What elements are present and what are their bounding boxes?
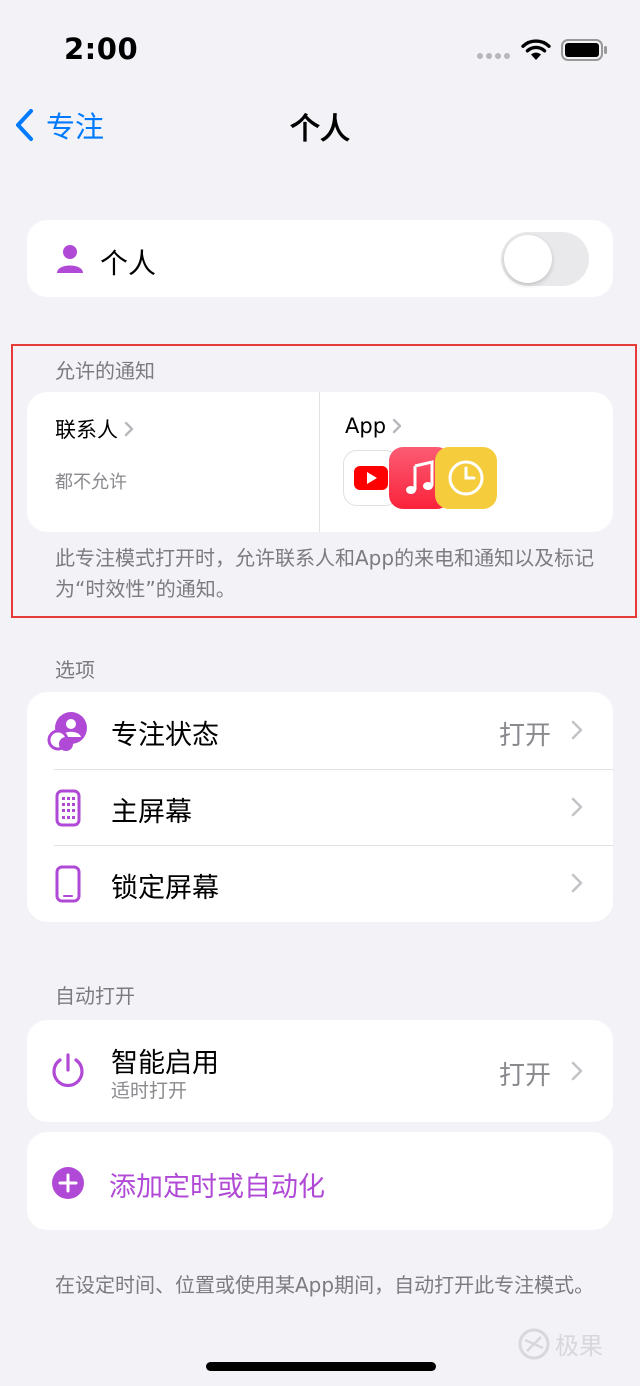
home-indicator[interactable] xyxy=(206,1362,436,1371)
chevron-right-icon xyxy=(571,1061,583,1081)
options-header: 选项 xyxy=(55,658,95,682)
chevron-right-icon xyxy=(124,421,134,437)
lock-screen-icon xyxy=(47,863,89,905)
battery-icon xyxy=(561,39,607,61)
contacts-button[interactable]: 联系人 xyxy=(55,414,134,444)
cellular-signal-icon xyxy=(477,53,510,59)
contacts-subtitle: 都不允许 xyxy=(55,472,127,493)
watermark-text: 极果 xyxy=(555,1332,603,1360)
smart-activation-row[interactable]: 智能启用 适时打开 打开 xyxy=(27,1020,613,1122)
page-title: 个人 xyxy=(290,112,350,147)
smart-activation-card: 智能启用 适时打开 打开 xyxy=(27,1020,613,1122)
option-value: 打开 xyxy=(498,721,551,751)
add-schedule-label: 添加定时或自动化 xyxy=(109,1172,325,1203)
allowed-notifications-header: 允许的通知 xyxy=(55,359,155,383)
auto-on-header: 自动打开 xyxy=(55,984,135,1008)
option-label: 锁定屏幕 xyxy=(111,873,219,904)
status-bar: 2:00 xyxy=(0,0,640,100)
option-row-home-screen[interactable]: 主屏幕 xyxy=(27,769,613,846)
globe-icon xyxy=(518,1328,550,1359)
auto-on-footnote: 在设定时间、位置或使用某App期间，自动打开此专注模式。 xyxy=(55,1273,595,1297)
chevron-right-icon xyxy=(571,797,583,817)
wifi-icon xyxy=(521,39,551,60)
power-icon xyxy=(47,1050,89,1092)
person-icon xyxy=(57,245,83,273)
allowed-app-icons[interactable] xyxy=(343,447,503,509)
options-card: 专注状态 打开 主屏幕 锁定屏幕 xyxy=(27,692,613,922)
smart-activation-value: 打开 xyxy=(498,1061,551,1091)
chevron-right-icon xyxy=(571,873,583,893)
add-icon xyxy=(52,1167,84,1199)
divider xyxy=(319,392,320,532)
chevron-right-icon xyxy=(392,418,402,434)
option-row-focus-status[interactable]: 专注状态 打开 xyxy=(27,692,613,769)
focus-toggle-switch[interactable] xyxy=(501,232,589,286)
option-label: 主屏幕 xyxy=(111,797,192,828)
watermark-logo: 极果 xyxy=(517,1326,603,1361)
apps-button[interactable]: App xyxy=(345,414,402,438)
contacts-title: 联系人 xyxy=(55,418,118,442)
chevron-right-icon xyxy=(571,720,583,740)
option-label: 专注状态 xyxy=(111,720,219,751)
smart-activation-sublabel: 适时打开 xyxy=(111,1080,188,1102)
option-row-lock-screen[interactable]: 锁定屏幕 xyxy=(27,845,613,922)
status-time: 2:00 xyxy=(64,32,139,66)
add-schedule-button[interactable]: 添加定时或自动化 xyxy=(27,1132,613,1230)
apps-title: App xyxy=(345,414,387,438)
allowed-footnote: 此专注模式打开时，允许联系人和App的来电和通知以及标记为“时效性”的通知。 xyxy=(55,546,595,601)
navigation-bar: 专注 个人 xyxy=(0,100,640,150)
allowed-notifications-card: 联系人 都不允许 App xyxy=(27,392,613,532)
toggle-knob xyxy=(504,235,552,283)
clock-icon xyxy=(435,447,497,509)
smart-activation-label: 智能启用 xyxy=(111,1048,219,1079)
home-screen-icon xyxy=(47,787,89,829)
focus-status-icon xyxy=(47,710,89,752)
focus-toggle-label: 个人 xyxy=(100,247,157,280)
